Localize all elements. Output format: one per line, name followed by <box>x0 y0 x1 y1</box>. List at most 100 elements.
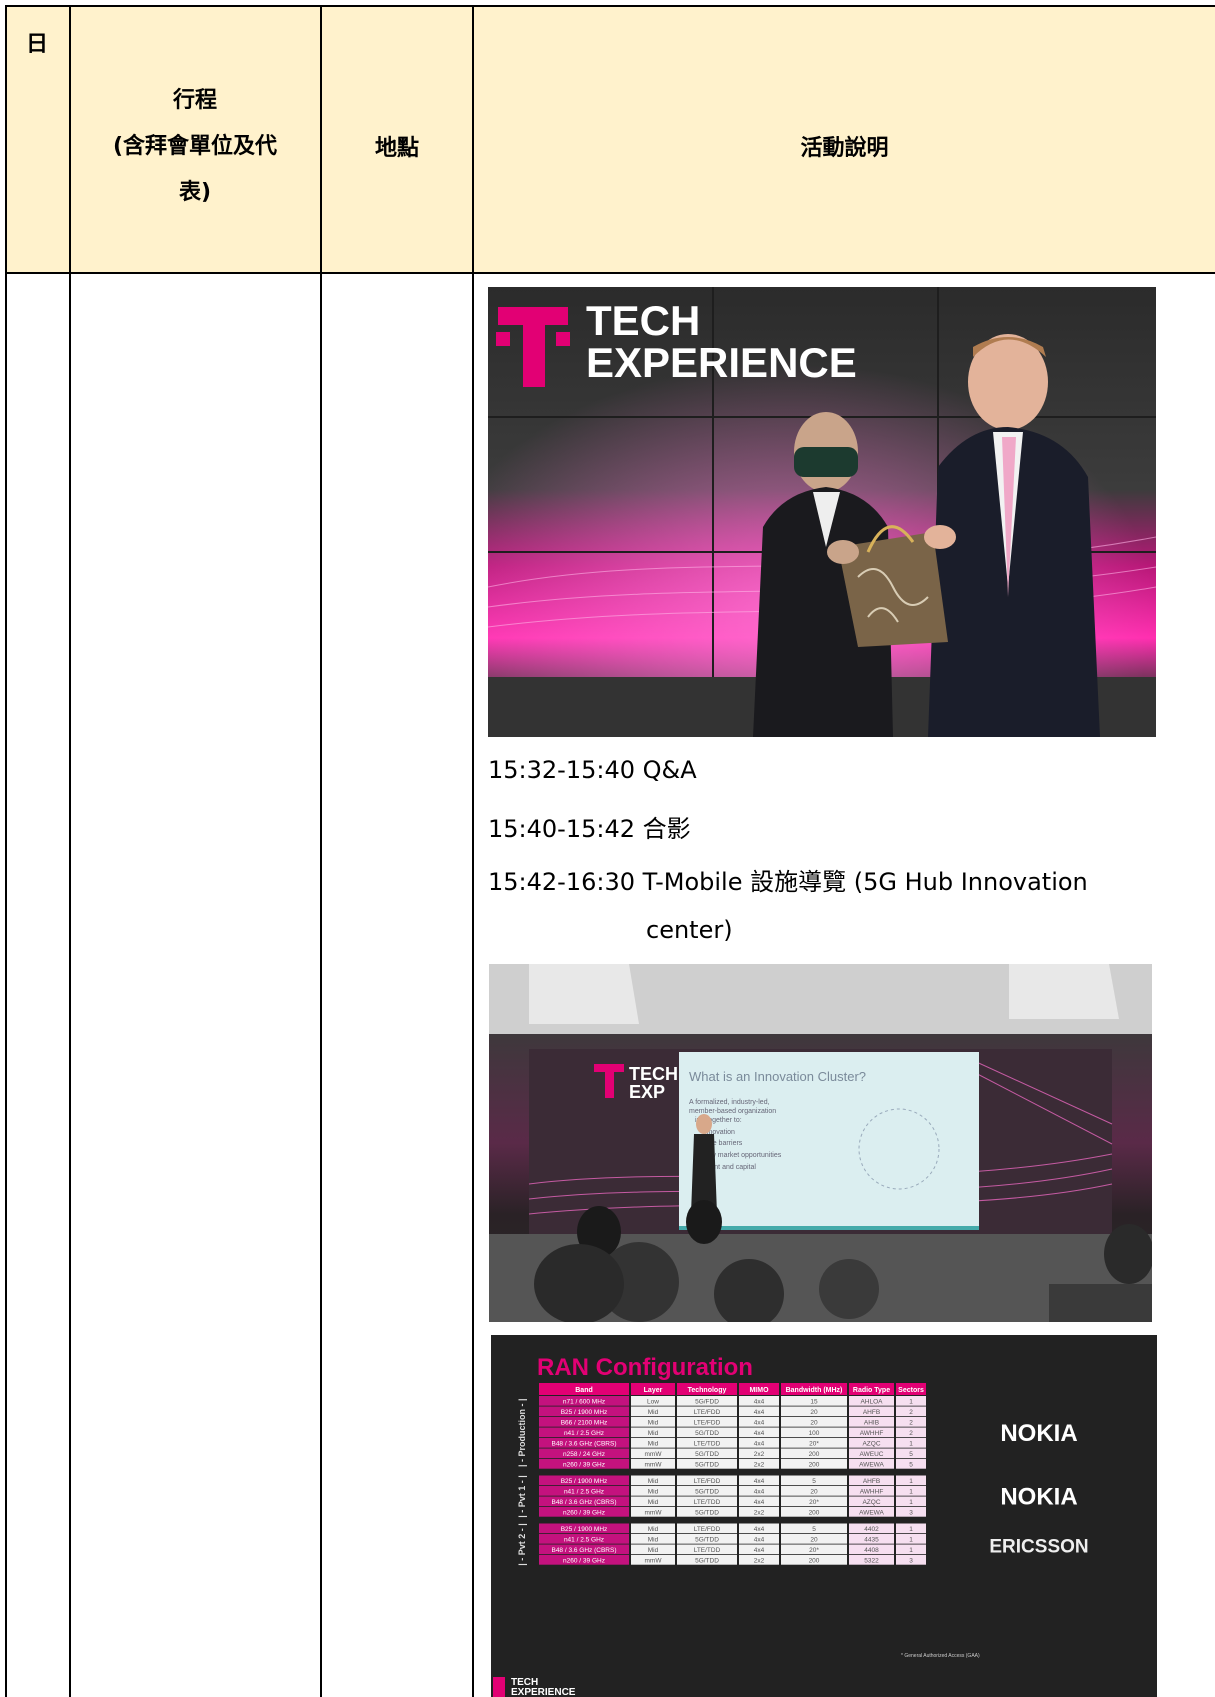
ran-cell-text: 4x4 <box>754 1399 765 1406</box>
col-divider-1 <box>69 5 71 1697</box>
ran-cell-text: B25 / 1900 MHz <box>561 1526 608 1533</box>
ran-cell-text: 4x4 <box>754 1526 765 1533</box>
activity-line-tour-cont: center) <box>646 916 733 944</box>
ran-vendor-logo: NOKIA <box>1000 1420 1077 1447</box>
ran-cell-text: 5 <box>812 1526 816 1533</box>
ran-vendor-logo: ERICSSON <box>989 1537 1088 1558</box>
ran-cell-text: 200 <box>809 1462 820 1469</box>
ran-cell-text: 20 <box>810 1409 818 1416</box>
slide-line: member-based organization <box>689 1108 776 1115</box>
ran-cell-text: Mid <box>648 1420 659 1427</box>
t-mobile-logo-icon <box>493 1677 505 1697</box>
ran-cell-text: LTE/FDD <box>694 1420 721 1427</box>
col-divider-3 <box>472 5 474 1697</box>
ran-cell-text: 3 <box>909 1558 913 1565</box>
header-day: 日 <box>25 32 48 57</box>
ran-cell-text: 5G/FDD <box>695 1399 719 1406</box>
ran-cell-text: 4x4 <box>754 1489 765 1496</box>
ran-cell-text: Mid <box>648 1441 659 1448</box>
photo-presentation: TECH EXP What is an Innovation Cluster? … <box>489 964 1152 1322</box>
ran-cell-text: 2x2 <box>754 1510 765 1517</box>
ran-cell-text: 5 <box>909 1462 913 1469</box>
ran-cell-text: 1 <box>909 1478 913 1485</box>
header-itinerary-line1: 行程 <box>172 88 217 113</box>
ran-cell-text: LTE/FDD <box>694 1478 721 1485</box>
ran-cell-text: 5G/TDD <box>695 1430 719 1437</box>
ran-cell-text: B25 / 1900 MHz <box>561 1478 608 1485</box>
ran-cell-text: 1 <box>909 1499 913 1506</box>
ran-cell-text: 5G/TDD <box>695 1489 719 1496</box>
ran-header-text: Band <box>575 1387 593 1394</box>
ran-cell-text: 4x4 <box>754 1547 765 1554</box>
ran-cell-text: 5 <box>812 1478 816 1485</box>
ran-header-text: Sectors <box>898 1387 924 1394</box>
ran-cell-text: 5G/TDD <box>695 1451 719 1458</box>
activity-line-qa: 15:32-15:40 Q&A <box>488 756 697 784</box>
ran-cell-text: 100 <box>809 1430 820 1437</box>
ran-cell-text: AWHHF <box>860 1489 884 1496</box>
ran-cell-text: mmW <box>645 1510 663 1517</box>
ran-cell-text: mmW <box>645 1451 663 1458</box>
ran-cell-text: 5322 <box>864 1558 879 1565</box>
ran-cell-text: 1 <box>909 1399 913 1406</box>
header-activity: 活動說明 <box>800 136 889 161</box>
photo1-logo-line1: TECH <box>586 297 700 344</box>
slide-title: What is an Innovation Cluster? <box>689 1069 866 1084</box>
ran-header-text: Layer <box>644 1387 663 1394</box>
ran-cell-text: Low <box>647 1399 659 1406</box>
ran-group-label: | - Production - | <box>517 1398 527 1467</box>
ran-cell-text: n41 / 2.5 GHz <box>564 1537 604 1544</box>
ran-cell-text: 2 <box>909 1430 913 1437</box>
ran-cell-text: B48 / 3.6 GHz (CBRS) <box>551 1499 616 1506</box>
table-left-border <box>5 5 7 1697</box>
ran-cell-text: B48 / 3.6 GHz (CBRS) <box>551 1441 616 1448</box>
ran-cell-text: n71 / 600 MHz <box>563 1399 605 1406</box>
ran-cell-text: Mid <box>648 1499 659 1506</box>
ran-cell-text: LTE/FDD <box>694 1526 721 1533</box>
ran-cell-text: 200 <box>809 1451 820 1458</box>
ran-cell-text: AHIB <box>864 1420 879 1427</box>
ran-cell-text: mmW <box>645 1462 663 1469</box>
ran-cell-text: 200 <box>809 1558 820 1565</box>
ran-cell-text: 20 <box>810 1420 818 1427</box>
ran-cell-text: 1 <box>909 1441 913 1448</box>
header-itinerary-line3: 表) <box>178 180 212 205</box>
ran-header-text: Technology <box>688 1387 727 1394</box>
ran-cell-text: 1 <box>909 1547 913 1554</box>
ran-cell-text: 20 <box>810 1489 818 1496</box>
ran-cell-text: 2x2 <box>754 1462 765 1469</box>
header-itinerary-line2: (含拜會單位及代 <box>112 134 278 159</box>
ran-cell-text: Mid <box>648 1547 659 1554</box>
table-top-border <box>6 5 1215 7</box>
activity-line-photo: 15:40-15:42 合影 <box>488 815 691 843</box>
ran-cell-text: 20 <box>810 1537 818 1544</box>
ran-cell-text: n258 / 24 GHz <box>563 1451 605 1458</box>
ran-cell-text: 1 <box>909 1537 913 1544</box>
slide-line: A formalized, industry-led, <box>689 1099 770 1106</box>
ran-cell-text: 3 <box>909 1510 913 1517</box>
ran-cell-text: 5 <box>909 1451 913 1458</box>
ran-cell-text: 4x4 <box>754 1499 765 1506</box>
header-bottom-border <box>6 272 1215 274</box>
ran-cell-text: 4435 <box>864 1537 879 1544</box>
header-itinerary: 行程 (含拜會單位及代 表) <box>72 78 318 216</box>
ran-cell-text: 4x4 <box>754 1430 765 1437</box>
ran-header-text: MIMO <box>749 1387 769 1394</box>
ran-cell-text: 1 <box>909 1526 913 1533</box>
photo-ran-configuration: RAN Configuration Band Layer Technology MIM… <box>491 1335 1157 1697</box>
ran-cell-text: AHFB <box>863 1409 880 1416</box>
ran-cell-text: 4408 <box>864 1547 879 1554</box>
ran-vendor-logo: NOKIA <box>1000 1484 1077 1511</box>
ran-cell-text: 2 <box>909 1420 913 1427</box>
ran-cell-text: 200 <box>809 1510 820 1517</box>
ran-cell-text: Mid <box>648 1526 659 1533</box>
ran-cell-text: AWEWA <box>859 1462 884 1469</box>
ran-cell-text: AZQC <box>862 1499 880 1506</box>
header-location: 地點 <box>374 136 419 161</box>
ran-cell-text: Mid <box>648 1478 659 1485</box>
photo2-logo-line1: TECH <box>629 1064 678 1084</box>
ran-cell-text: LTE/FDD <box>694 1409 721 1416</box>
ran-cell-text: Mid <box>648 1489 659 1496</box>
ran-group-label: | - Pvt 2 - | <box>517 1523 527 1566</box>
ran-cell-text: Mid <box>648 1537 659 1544</box>
